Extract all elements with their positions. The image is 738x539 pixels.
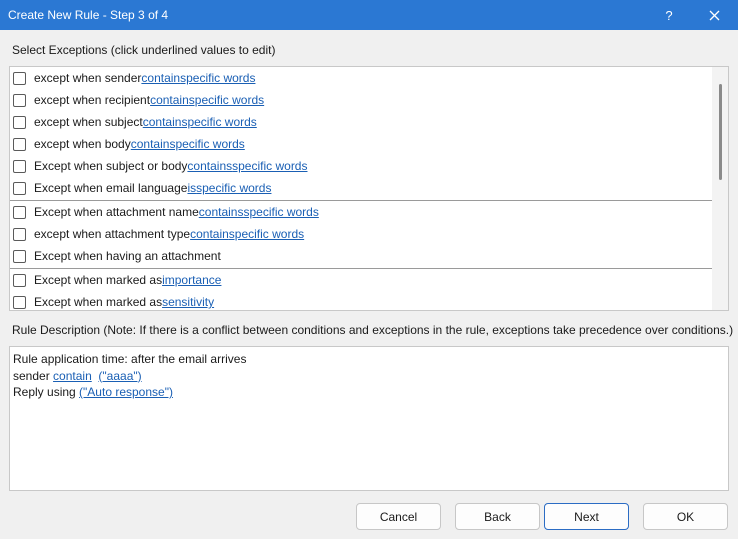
exception-label: except when subject contain specific wor… <box>34 115 257 129</box>
exception-text: Except when marked as <box>34 295 163 309</box>
exception-checkbox[interactable] <box>13 249 26 263</box>
desc-contain-link[interactable]: contain <box>53 369 92 383</box>
exception-text: Except when subject or body <box>34 159 188 173</box>
help-button[interactable]: ? <box>652 0 686 30</box>
exception-text: Except when having an attachment <box>34 249 221 263</box>
exception-row[interactable]: Except when marked as sensitivity <box>10 291 712 310</box>
exception-checkbox[interactable] <box>13 93 26 107</box>
exception-checkbox[interactable] <box>13 273 26 287</box>
rule-description: Rule application time: after the email a… <box>9 346 729 491</box>
exception-value-link[interactable]: is <box>187 181 196 195</box>
exception-checkbox[interactable] <box>13 295 26 309</box>
exception-checkbox[interactable] <box>13 71 26 85</box>
exception-text: Except when attachment name <box>34 205 199 219</box>
ok-button[interactable]: OK <box>643 503 728 530</box>
desc-sender-text: sender <box>13 368 50 383</box>
exception-label: Except when email language is specific w… <box>34 181 271 195</box>
exception-value-link[interactable]: contains <box>187 159 232 173</box>
exception-value-link[interactable]: importance <box>162 273 221 287</box>
exception-value-link[interactable]: contain <box>141 71 180 85</box>
desc-reply-text: Reply using <box>13 385 76 399</box>
exception-value-link[interactable]: specific words <box>229 227 304 241</box>
desc-line-time: Rule application time: after the email a… <box>13 352 247 366</box>
exception-value-link[interactable]: contain <box>143 115 182 129</box>
exception-label: Except when attachment name contains spe… <box>34 205 319 219</box>
exception-label: Except when marked as importance <box>34 273 221 287</box>
exception-row[interactable]: Except when marked as importance <box>10 269 712 291</box>
exception-row[interactable]: except when body contain specific words <box>10 133 712 155</box>
desc-line-reply: Reply using ("Auto response") <box>13 384 725 401</box>
desc-line-sender: sender contain ("aaaa") <box>13 368 725 385</box>
exception-label: except when body contain specific words <box>34 137 245 151</box>
exception-row[interactable]: Except when email language is specific w… <box>10 177 712 199</box>
exception-text: except when attachment type <box>34 227 191 241</box>
exception-checkbox[interactable] <box>13 181 26 195</box>
scrollbar[interactable] <box>712 67 728 310</box>
desc-words-link[interactable]: ("aaaa") <box>98 369 141 383</box>
exception-row[interactable]: except when attachment type contain spec… <box>10 223 712 245</box>
exception-checkbox[interactable] <box>13 115 26 129</box>
exception-label: except when sender contain specific word… <box>34 71 255 85</box>
exception-row[interactable]: except when recipient contain specific w… <box>10 89 712 111</box>
exception-row[interactable]: except when sender contain specific word… <box>10 67 712 89</box>
scrollbar-thumb[interactable] <box>719 84 722 180</box>
exception-value-link[interactable]: sensitivity <box>162 295 214 309</box>
exception-checkbox[interactable] <box>13 137 26 151</box>
exception-label: Except when marked as sensitivity <box>34 295 214 309</box>
exception-label: Except when subject or body contains spe… <box>34 159 307 173</box>
window-title: Create New Rule - Step 3 of 4 <box>8 8 169 22</box>
exception-label: except when recipient contain specific w… <box>34 93 264 107</box>
exception-value-link[interactable]: contain <box>190 227 229 241</box>
exception-row[interactable]: Except when having an attachment <box>10 245 712 267</box>
exception-value-link[interactable]: specific words <box>181 115 256 129</box>
exception-text: except when subject <box>34 115 143 129</box>
exception-checkbox[interactable] <box>13 205 26 219</box>
exception-value-link[interactable]: contain <box>150 93 189 107</box>
exception-value-link[interactable]: specific words <box>232 159 307 173</box>
exception-row[interactable]: Except when attachment name contains spe… <box>10 201 712 223</box>
exception-row[interactable]: Except when subject or body contains spe… <box>10 155 712 177</box>
exception-value-link[interactable]: specific words <box>243 205 318 219</box>
exception-text: except when body <box>34 137 131 151</box>
exception-text: Except when email language <box>34 181 188 195</box>
close-button[interactable] <box>697 0 731 30</box>
exception-text: Except when marked as <box>34 273 163 287</box>
exception-label: except when attachment type contain spec… <box>34 227 304 241</box>
cancel-button[interactable]: Cancel <box>356 503 441 530</box>
back-button[interactable]: Back <box>455 503 540 530</box>
exception-value-link[interactable]: specific words <box>180 71 255 85</box>
exception-value-link[interactable]: specific words <box>196 181 271 195</box>
desc-template-link[interactable]: ("Auto response") <box>79 385 173 399</box>
exceptions-list[interactable]: except when sender contain specific word… <box>9 66 729 311</box>
exception-checkbox[interactable] <box>13 159 26 173</box>
exception-value-link[interactable]: specific words <box>169 137 244 151</box>
exception-label: Except when having an attachment <box>34 249 221 263</box>
exception-checkbox[interactable] <box>13 227 26 241</box>
title-bar: Create New Rule - Step 3 of 4 ? <box>0 0 738 30</box>
description-label: Rule Description (Note: If there is a co… <box>12 323 734 337</box>
exception-row[interactable]: except when subject contain specific wor… <box>10 111 712 133</box>
exception-value-link[interactable]: contains <box>199 205 244 219</box>
exceptions-label: Select Exceptions (click underlined valu… <box>12 43 276 57</box>
next-button[interactable]: Next <box>544 503 629 530</box>
exception-value-link[interactable]: specific words <box>189 93 264 107</box>
exception-value-link[interactable]: contain <box>131 137 170 151</box>
exception-text: except when sender <box>34 71 142 85</box>
exception-text: except when recipient <box>34 93 151 107</box>
close-icon <box>709 10 719 20</box>
